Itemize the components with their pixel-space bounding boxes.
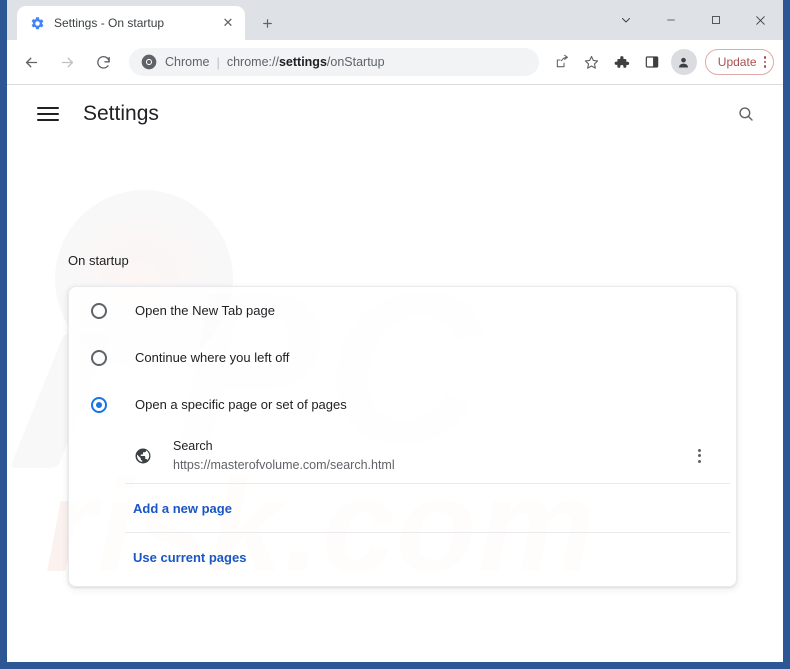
section-label-on-startup: On startup bbox=[68, 253, 129, 268]
url-suffix: /onStartup bbox=[326, 55, 385, 69]
on-startup-card: Open the New Tab page Continue where you… bbox=[68, 286, 737, 587]
update-label: Update bbox=[717, 55, 757, 69]
maximize-icon[interactable] bbox=[693, 1, 738, 39]
window-controls bbox=[603, 0, 783, 40]
close-icon[interactable]: ✕ bbox=[219, 14, 237, 32]
use-current-pages-label: Use current pages bbox=[133, 550, 247, 565]
star-icon[interactable] bbox=[578, 48, 606, 76]
forward-icon[interactable] bbox=[52, 47, 82, 77]
add-a-new-page-label: Add a new page bbox=[133, 500, 232, 516]
page-title: Settings bbox=[83, 101, 159, 125]
omnibox-url: chrome://settings/onStartup bbox=[227, 55, 385, 69]
three-dots-icon[interactable] bbox=[686, 443, 712, 469]
add-a-new-page-link[interactable]: Add a new page bbox=[125, 484, 730, 533]
radio-option-new-tab-page[interactable]: Open the New Tab page bbox=[69, 287, 736, 334]
reload-icon[interactable] bbox=[88, 47, 118, 77]
radio-icon[interactable] bbox=[91, 349, 107, 366]
startup-page-url: https://masterofvolume.com/search.html bbox=[173, 457, 395, 472]
gear-icon bbox=[29, 15, 45, 31]
radio-icon[interactable] bbox=[91, 396, 107, 413]
browser-window: Settings - On startup ✕ Chrome | chrome:… bbox=[0, 0, 790, 669]
minimize-icon[interactable] bbox=[648, 1, 693, 39]
chrome-logo-icon bbox=[141, 54, 157, 70]
settings-header: Settings bbox=[7, 85, 783, 142]
radio-label: Open a specific page or set of pages bbox=[135, 397, 347, 412]
url-emphasis: settings bbox=[278, 55, 327, 69]
startup-page-item: Search https://masterofvolume.com/search… bbox=[125, 428, 730, 484]
search-icon[interactable] bbox=[731, 99, 761, 129]
browser-toolbar: Chrome | chrome://settings/onStartup Upd… bbox=[7, 40, 783, 85]
browser-tab-settings[interactable]: Settings - On startup ✕ bbox=[17, 6, 245, 40]
use-current-pages-link[interactable]: Use current pages bbox=[125, 533, 730, 582]
tab-search-icon[interactable] bbox=[603, 1, 648, 39]
radio-option-continue-where-left-off[interactable]: Continue where you left off bbox=[69, 334, 736, 381]
back-icon[interactable] bbox=[16, 47, 46, 77]
url-prefix: chrome:// bbox=[226, 55, 279, 69]
startup-page-name: Search bbox=[173, 439, 213, 454]
share-icon[interactable] bbox=[548, 48, 576, 76]
startup-page-texts: Search https://masterofvolume.com/search… bbox=[173, 437, 686, 473]
radio-icon[interactable] bbox=[91, 302, 107, 319]
puzzle-icon[interactable] bbox=[608, 48, 636, 76]
update-button[interactable]: Update bbox=[704, 49, 774, 75]
radio-label: Continue where you left off bbox=[135, 350, 290, 365]
tab-title: Settings - On startup bbox=[54, 16, 165, 30]
new-tab-button[interactable] bbox=[253, 9, 281, 37]
globe-icon bbox=[133, 446, 153, 466]
avatar[interactable] bbox=[670, 49, 697, 75]
three-dots-icon[interactable] bbox=[763, 56, 766, 68]
omnibox-separator: | bbox=[216, 54, 220, 70]
address-bar[interactable]: Chrome | chrome://settings/onStartup bbox=[129, 48, 539, 76]
side-panel-icon[interactable] bbox=[638, 48, 666, 76]
hamburger-icon[interactable] bbox=[37, 102, 61, 126]
omnibox-chip-label: Chrome bbox=[165, 55, 210, 69]
radio-label: Open the New Tab page bbox=[135, 303, 275, 318]
settings-page: PC risk.com Settings On startup Open the… bbox=[7, 85, 783, 662]
radio-option-specific-pages[interactable]: Open a specific page or set of pages bbox=[69, 381, 736, 428]
close-icon[interactable] bbox=[738, 1, 783, 39]
